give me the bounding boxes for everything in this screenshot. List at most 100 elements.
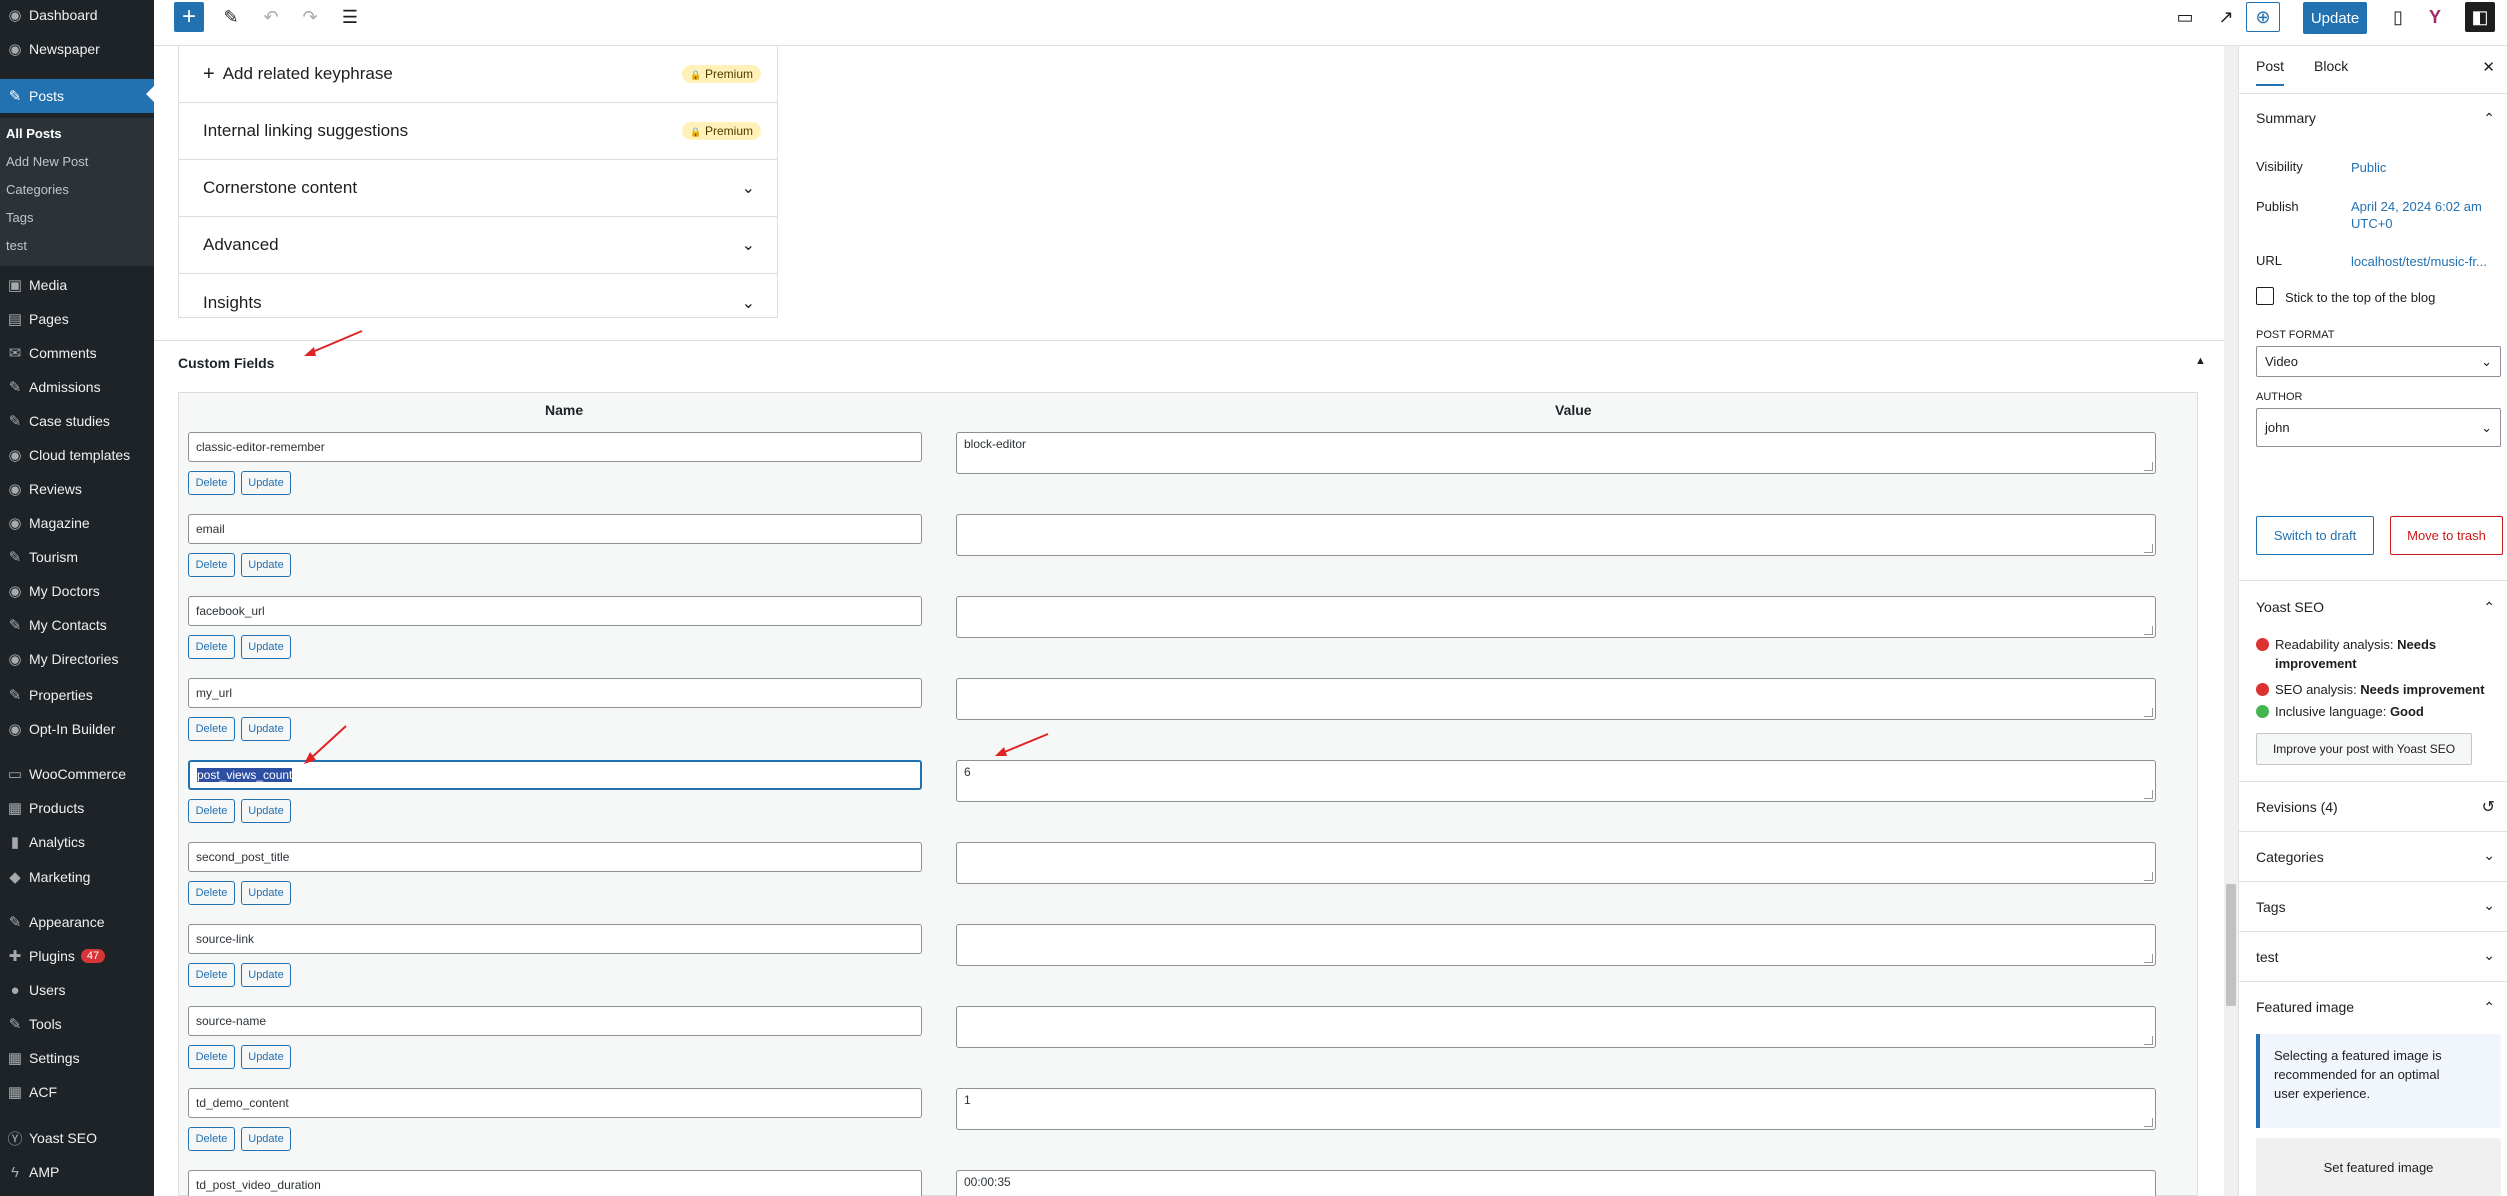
field-name-input[interactable]: my_url: [188, 678, 922, 708]
editor-scrollbar[interactable]: [2224, 46, 2238, 1196]
delete-button[interactable]: Delete: [188, 963, 235, 987]
chevron-down-icon[interactable]: ⌄: [2483, 897, 2495, 914]
field-value-textarea[interactable]: [956, 1006, 2156, 1048]
field-name-input[interactable]: td_demo_content: [188, 1088, 922, 1118]
menu-posts[interactable]: ✎ Posts: [0, 79, 154, 113]
submenu-add-new-post[interactable]: Add New Post: [6, 154, 88, 169]
update-field-button[interactable]: Update: [241, 471, 291, 495]
update-button[interactable]: Update: [2303, 2, 2367, 34]
delete-button[interactable]: Delete: [188, 635, 235, 659]
tab-post[interactable]: Post: [2256, 58, 2285, 86]
chevron-up-icon[interactable]: ⌃: [2483, 999, 2495, 1016]
menu-cloud-templates[interactable]: ◉ Cloud templates: [0, 440, 154, 470]
menu-amp[interactable]: ϟ AMP: [0, 1157, 154, 1187]
featured-image-title[interactable]: Featured image: [2256, 999, 2354, 1015]
delete-button[interactable]: Delete: [188, 717, 235, 741]
menu-admissions[interactable]: ✎ Admissions: [0, 372, 154, 402]
redo-icon[interactable]: ↷: [295, 2, 325, 32]
cornerstone-content-row[interactable]: Cornerstone content ⌄: [179, 160, 777, 217]
submenu-tags[interactable]: Tags: [6, 210, 33, 225]
url-link[interactable]: localhost/test/music-fr...: [2351, 253, 2487, 270]
sticky-checkbox[interactable]: [2256, 287, 2274, 305]
chevron-down-icon[interactable]: ⌄: [2483, 847, 2495, 864]
menu-comments[interactable]: ✉ Comments: [0, 338, 154, 368]
submenu-all-posts[interactable]: All Posts: [6, 126, 62, 141]
update-field-button[interactable]: Update: [241, 881, 291, 905]
field-value-textarea[interactable]: 1: [956, 1088, 2156, 1130]
close-icon[interactable]: ✕: [2482, 58, 2495, 76]
menu-media[interactable]: ▣ Media: [0, 270, 154, 300]
menu-tools[interactable]: ✎ Tools: [0, 1009, 154, 1039]
settings-panel-icon[interactable]: ◧: [2465, 2, 2495, 32]
revisions-history-icon[interactable]: ↺: [2482, 797, 2495, 817]
menu-users[interactable]: ● Users: [0, 975, 154, 1005]
test-taxonomy-panel[interactable]: test ⌄: [2239, 932, 2507, 982]
tab-block[interactable]: Block: [2314, 58, 2348, 74]
revisions-label[interactable]: Revisions (4): [2256, 799, 2338, 815]
menu-woocommerce[interactable]: ▭ WooCommerce: [0, 759, 154, 789]
field-name-input[interactable]: facebook_url: [188, 596, 922, 626]
publish-date-link[interactable]: April 24, 2024 6:02 am UTC+0: [2351, 198, 2482, 232]
categories-panel[interactable]: Categories ⌄: [2239, 832, 2507, 882]
menu-appearance[interactable]: ✎ Appearance: [0, 907, 154, 937]
menu-analytics[interactable]: ▮ Analytics: [0, 827, 154, 857]
menu-magazine[interactable]: ◉ Magazine: [0, 508, 154, 538]
summary-title[interactable]: Summary: [2256, 110, 2316, 126]
menu-acf[interactable]: ▦ ACF: [0, 1077, 154, 1107]
jetpack-icon[interactable]: ⊕: [2246, 2, 2280, 32]
update-field-button[interactable]: Update: [241, 1045, 291, 1069]
delete-button[interactable]: Delete: [188, 1127, 235, 1151]
field-name-input[interactable]: source-name: [188, 1006, 922, 1036]
revisions-panel[interactable]: Revisions (4) ↺: [2239, 782, 2507, 832]
menu-case-studies[interactable]: ✎ Case studies: [0, 406, 154, 436]
yoast-seo-title[interactable]: Yoast SEO: [2256, 599, 2324, 615]
menu-my-contacts[interactable]: ✎ My Contacts: [0, 610, 154, 640]
menu-reviews[interactable]: ◉ Reviews: [0, 474, 154, 504]
menu-yoast-seo[interactable]: Ⓨ Yoast SEO: [0, 1123, 154, 1153]
delete-button[interactable]: Delete: [188, 553, 235, 577]
field-name-input[interactable]: td_post_video_duration: [188, 1170, 922, 1196]
menu-settings[interactable]: ▦ Settings: [0, 1043, 154, 1073]
field-name-input[interactable]: classic-editor-remember: [188, 432, 922, 462]
menu-marketing[interactable]: ◆ Marketing: [0, 862, 154, 892]
view-post-icon[interactable]: ↗: [2211, 2, 2241, 32]
update-field-button[interactable]: Update: [241, 635, 291, 659]
author-select[interactable]: john ⌄: [2256, 408, 2501, 447]
field-name-input[interactable]: post_views_count: [188, 760, 922, 790]
update-field-button[interactable]: Update: [241, 1127, 291, 1151]
menu-dashboard[interactable]: ◉ Dashboard: [0, 0, 154, 30]
preview-device-icon[interactable]: ▭: [2170, 2, 2200, 32]
move-to-trash-button[interactable]: Move to trash: [2390, 516, 2503, 555]
chevron-up-icon[interactable]: ⌃: [2483, 599, 2495, 616]
menu-my-directories[interactable]: ◉ My Directories: [0, 644, 154, 674]
switch-to-draft-button[interactable]: Switch to draft: [2256, 516, 2374, 555]
menu-properties[interactable]: ✎ Properties: [0, 680, 154, 710]
mobile-preview-icon[interactable]: ▯: [2383, 2, 2413, 32]
update-field-button[interactable]: Update: [241, 799, 291, 823]
test-label[interactable]: test: [2256, 949, 2279, 965]
update-field-button[interactable]: Update: [241, 963, 291, 987]
improve-yoast-button[interactable]: Improve your post with Yoast SEO: [2256, 733, 2472, 765]
field-value-textarea[interactable]: [956, 596, 2156, 638]
related-keyphrase-row[interactable]: + Add related keyphrase 🔒 Premium: [179, 46, 777, 103]
document-outline-icon[interactable]: ☰: [335, 2, 365, 32]
menu-newspaper[interactable]: ◉ Newspaper: [0, 34, 154, 64]
collapse-toggle-icon[interactable]: ▲: [2195, 355, 2206, 367]
add-block-button[interactable]: +: [174, 2, 204, 32]
menu-products[interactable]: ▦ Products: [0, 793, 154, 823]
delete-button[interactable]: Delete: [188, 1045, 235, 1069]
field-value-textarea[interactable]: block-editor: [956, 432, 2156, 474]
submenu-categories[interactable]: Categories: [6, 182, 69, 197]
field-value-textarea[interactable]: [956, 924, 2156, 966]
scrollbar-thumb[interactable]: [2226, 884, 2236, 1006]
tags-label[interactable]: Tags: [2256, 899, 2286, 915]
field-name-input[interactable]: email: [188, 514, 922, 544]
menu-opt-in-builder[interactable]: ◉ Opt-In Builder: [0, 714, 154, 744]
post-format-select[interactable]: Video ⌄: [2256, 346, 2501, 377]
insights-row[interactable]: Insights ⌄: [179, 274, 777, 331]
field-value-textarea[interactable]: [956, 842, 2156, 884]
set-featured-image-button[interactable]: Set featured image: [2256, 1138, 2501, 1196]
field-value-textarea[interactable]: 6: [956, 760, 2156, 802]
menu-pages[interactable]: ▤ Pages: [0, 304, 154, 334]
visibility-link[interactable]: Public: [2351, 159, 2386, 176]
